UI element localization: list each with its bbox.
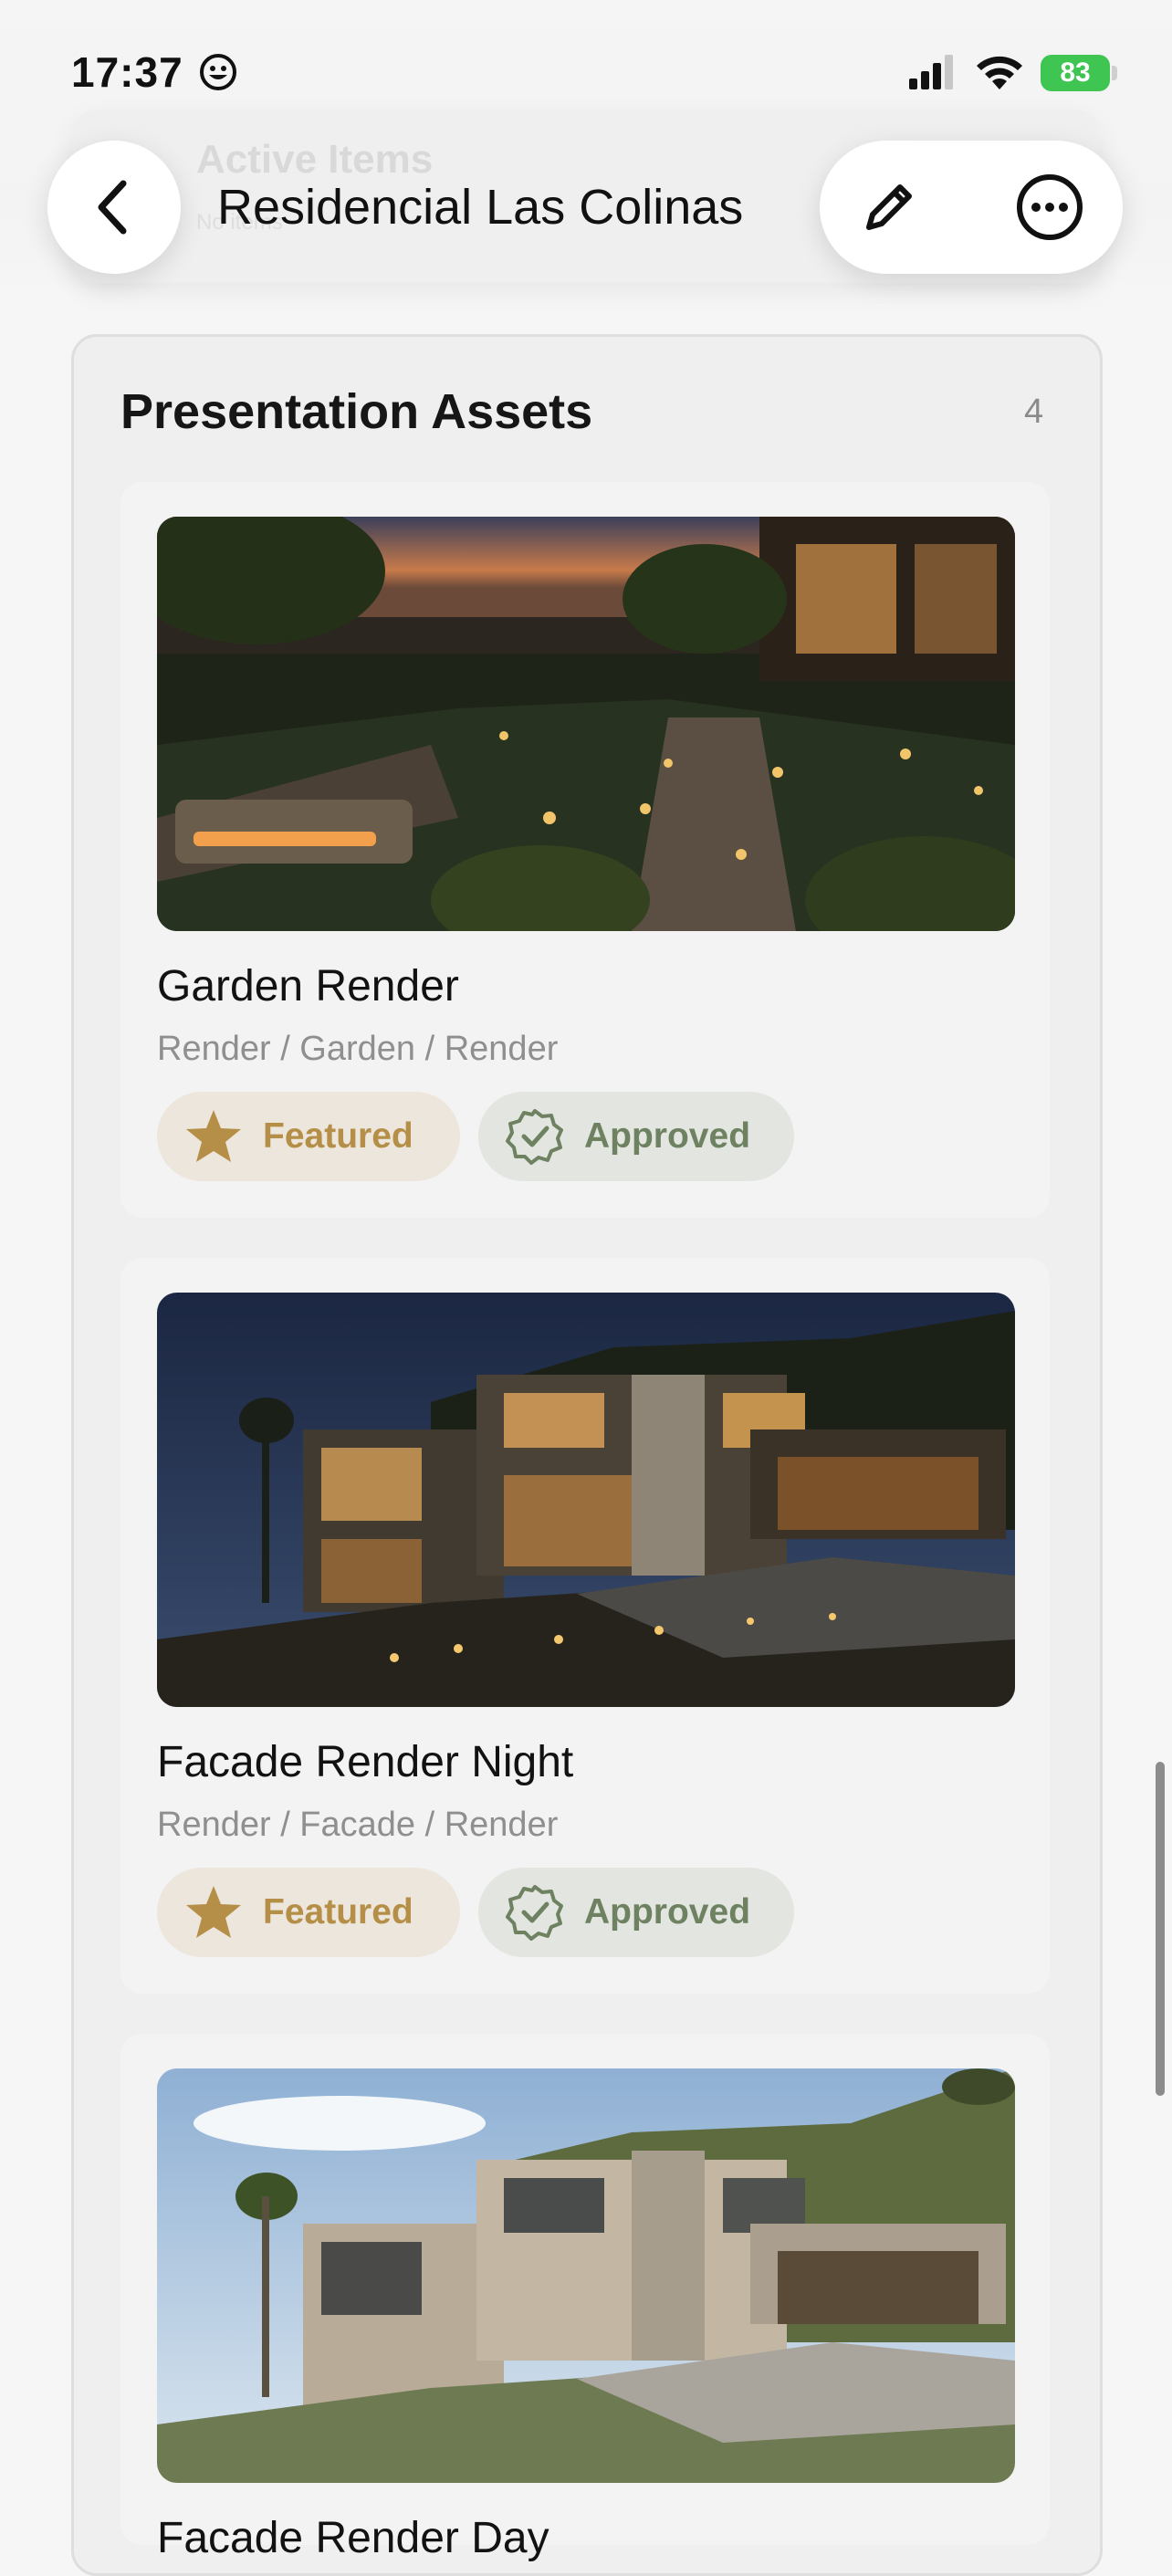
- battery-cap: [1112, 66, 1117, 80]
- header-actions: [820, 141, 1123, 274]
- star-icon: [186, 1110, 241, 1162]
- asset-thumbnail[interactable]: [157, 517, 1015, 931]
- featured-label: Featured: [263, 1892, 413, 1932]
- back-button[interactable]: [47, 141, 181, 274]
- section-title: Presentation Assets: [120, 384, 593, 439]
- asset-item[interactable]: Facade Render Night Render / Facade / Re…: [120, 1258, 1050, 1994]
- wifi-icon: [977, 56, 1022, 89]
- approved-badge[interactable]: Approved: [478, 1092, 794, 1181]
- asset-name: Facade Render Day: [157, 2514, 549, 2562]
- smiley-icon: [200, 54, 236, 90]
- verified-badge-icon: [506, 1885, 563, 1941]
- battery-indicator: 83: [1041, 55, 1110, 91]
- star-icon: [186, 1886, 241, 1938]
- section-count: 4: [1024, 393, 1044, 431]
- more-icon[interactable]: [1013, 171, 1086, 244]
- status-time: 17:37: [71, 48, 183, 96]
- featured-badge[interactable]: Featured: [157, 1092, 460, 1181]
- featured-label: Featured: [263, 1116, 413, 1156]
- scrollbar[interactable]: [1156, 1762, 1165, 2096]
- signal-icon: [909, 55, 953, 89]
- asset-item[interactable]: Garden Render Render / Garden / Render F…: [120, 482, 1050, 1218]
- approved-label: Approved: [584, 1892, 751, 1932]
- asset-name: Garden Render: [157, 962, 459, 1011]
- asset-thumbnail[interactable]: [157, 2068, 1015, 2483]
- pencil-icon[interactable]: [856, 174, 922, 240]
- chevron-left-icon: [98, 180, 127, 235]
- asset-path: Render / Facade / Render: [157, 1806, 559, 1844]
- asset-path: Render / Garden / Render: [157, 1030, 559, 1068]
- verified-badge-icon: [506, 1109, 563, 1165]
- page-title: Residencial Las Colinas: [217, 180, 744, 235]
- asset-thumbnail[interactable]: [157, 1293, 1015, 1707]
- approved-badge[interactable]: Approved: [478, 1868, 794, 1957]
- previous-section-title: Active Items: [196, 137, 434, 182]
- asset-name: Facade Render Night: [157, 1738, 574, 1786]
- asset-item[interactable]: Facade Render Day: [120, 2034, 1050, 2562]
- approved-label: Approved: [584, 1116, 751, 1156]
- featured-badge[interactable]: Featured: [157, 1868, 460, 1957]
